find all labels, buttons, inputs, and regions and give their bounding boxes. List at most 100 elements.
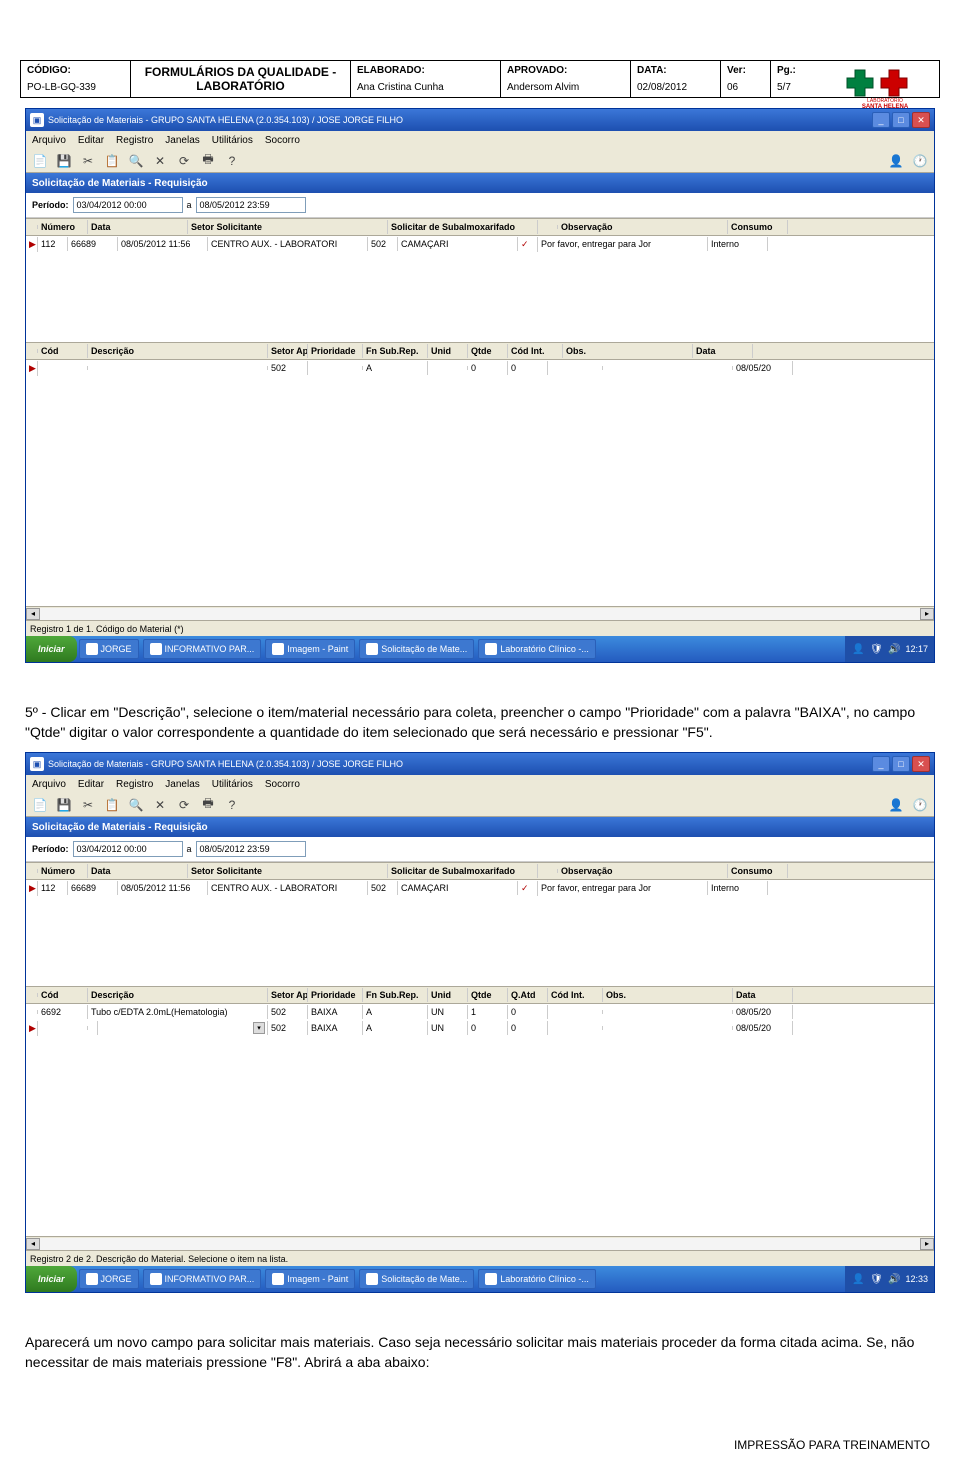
grid1-row[interactable]: ▶ 112 66689 08/05/2012 11:56 CENTRO AUX.… <box>26 880 934 896</box>
menu-arquivo[interactable]: Arquivo <box>32 779 66 790</box>
scroll-left-icon[interactable]: ◂ <box>26 608 40 620</box>
grid2b-row-a[interactable]: 6692 Tubo c/EDTA 2.0mL(Hematologia) 502 … <box>26 1004 934 1020</box>
periodo-to-input[interactable]: 08/05/2012 23:59 <box>196 841 306 857</box>
tool-search-icon[interactable]: 🔍 <box>126 795 146 815</box>
svg-text:LABORATÓRIO: LABORATÓRIO <box>867 97 903 104</box>
scroll-right-icon[interactable]: ▸ <box>920 1238 934 1250</box>
task-item[interactable]: Solicitação de Mate... <box>359 639 474 659</box>
tool-save-icon[interactable]: 💾 <box>54 151 74 171</box>
tool-print-icon[interactable]: 🖶 <box>198 151 218 171</box>
tool-delete-icon[interactable]: ✕ <box>150 151 170 171</box>
periodo-to-input[interactable]: 08/05/2012 23:59 <box>196 197 306 213</box>
periodo-from-input[interactable]: 03/04/2012 00:00 <box>73 197 183 213</box>
tray-shield-icon[interactable]: 🛡 <box>869 642 883 656</box>
grid1-row[interactable]: ▶ 112 66689 08/05/2012 11:56 CENTRO AUX.… <box>26 236 934 252</box>
tool-refresh-icon[interactable]: ⟳ <box>174 795 194 815</box>
titlebar: ▣ Solicitação de Materiais - GRUPO SANTA… <box>26 109 934 131</box>
periodo-sep: a <box>187 844 192 854</box>
pg-value: 5/7 <box>777 82 815 93</box>
task-item[interactable]: Imagem - Paint <box>265 1269 355 1289</box>
h-scrollbar[interactable]: ◂ ▸ <box>26 1236 934 1250</box>
screenshot-2: ▣ Solicitação de Materiais - GRUPO SANTA… <box>25 752 935 1293</box>
tool-clock-icon[interactable]: 🕐 <box>910 151 930 171</box>
task-item[interactable]: Solicitação de Mate... <box>359 1269 474 1289</box>
tool-cut-icon[interactable]: ✂ <box>78 795 98 815</box>
task-item[interactable]: Imagem - Paint <box>265 639 355 659</box>
task-item[interactable]: JORGE <box>79 1269 139 1289</box>
elab-value: Ana Cristina Cunha <box>357 82 494 93</box>
codigo-value: PO-LB-GQ-339 <box>27 82 124 93</box>
menu-utilitarios[interactable]: Utilitários <box>212 779 253 790</box>
tool-user-icon[interactable]: 👤 <box>886 151 906 171</box>
tray-msn-icon[interactable]: 👤 <box>851 642 865 656</box>
tray-volume-icon[interactable]: 🔊 <box>887 1272 901 1286</box>
start-button[interactable]: Iniciar <box>26 636 77 662</box>
tray-msn-icon[interactable]: 👤 <box>851 1272 865 1286</box>
data-value: 02/08/2012 <box>637 82 714 93</box>
task-item[interactable]: Laboratório Clínico -... <box>478 639 596 659</box>
scroll-right-icon[interactable]: ▸ <box>920 608 934 620</box>
close-button[interactable]: ✕ <box>912 112 930 128</box>
dropdown-icon[interactable]: ▾ <box>253 1022 265 1034</box>
menu-janelas[interactable]: Janelas <box>165 779 199 790</box>
task-item[interactable]: Laboratório Clínico -... <box>478 1269 596 1289</box>
footer-text: IMPRESSÃO PARA TREINAMENTO <box>734 1438 930 1452</box>
tool-print-icon[interactable]: 🖶 <box>198 795 218 815</box>
task-item[interactable]: INFORMATIVO PAR... <box>143 639 262 659</box>
tool-new-icon[interactable]: 📄 <box>30 151 50 171</box>
logo-svg: LABORATÓRIO SANTA HELENA <box>845 68 925 108</box>
menu-socorro[interactable]: Socorro <box>265 135 300 146</box>
col-data: Data <box>88 220 188 234</box>
menu-utilitarios[interactable]: Utilitários <box>212 135 253 146</box>
codigo-label: CÓDIGO: <box>27 65 124 76</box>
tool-user-icon[interactable]: 👤 <box>886 795 906 815</box>
data-label: DATA: <box>637 65 714 76</box>
tray-volume-icon[interactable]: 🔊 <box>887 642 901 656</box>
periodo-label: Período: <box>32 200 69 210</box>
menu-socorro[interactable]: Socorro <box>265 779 300 790</box>
tool-search-icon[interactable]: 🔍 <box>126 151 146 171</box>
periodo-row: Período: 03/04/2012 00:00 a 08/05/2012 2… <box>26 193 934 218</box>
tool-refresh-icon[interactable]: ⟳ <box>174 151 194 171</box>
h-scrollbar[interactable]: ◂ ▸ <box>26 606 934 620</box>
grid2-row[interactable]: ▶ 502 A 0 0 08/05/20 <box>26 360 934 376</box>
tray-shield-icon[interactable]: 🛡 <box>869 1272 883 1286</box>
scroll-left-icon[interactable]: ◂ <box>26 1238 40 1250</box>
col-numero: Número <box>38 220 88 234</box>
statusbar: Registro 2 de 2. Descrição do Material. … <box>26 1250 934 1266</box>
menu-editar[interactable]: Editar <box>78 779 104 790</box>
col-solic: Solicitar de Subalmoxarifado <box>388 220 538 234</box>
paragraph-2: Aparecerá um novo campo para solicitar m… <box>25 1333 935 1372</box>
close-button[interactable]: ✕ <box>912 756 930 772</box>
grid2b-row-b[interactable]: ▶ ▾ 502 BAIXA A UN 0 0 08/05/20 <box>26 1020 934 1036</box>
sub-window-title: Solicitação de Materiais - Requisição <box>26 817 934 837</box>
grid2b-header: Cód Descrição Setor Aplic Prioridade Fn … <box>26 986 934 1004</box>
maximize-button[interactable]: □ <box>892 112 910 128</box>
system-tray: 👤 🛡 🔊 12:17 <box>845 636 934 662</box>
task-item[interactable]: INFORMATIVO PAR... <box>143 1269 262 1289</box>
start-button[interactable]: Iniciar <box>26 1266 77 1292</box>
tool-delete-icon[interactable]: ✕ <box>150 795 170 815</box>
menu-arquivo[interactable]: Arquivo <box>32 135 66 146</box>
tool-copy-icon[interactable]: 📋 <box>102 795 122 815</box>
minimize-button[interactable]: _ <box>872 756 890 772</box>
tool-help-icon[interactable]: ? <box>222 151 242 171</box>
minimize-button[interactable]: _ <box>872 112 890 128</box>
menu-registro[interactable]: Registro <box>116 779 153 790</box>
tool-new-icon[interactable]: 📄 <box>30 795 50 815</box>
menu-editar[interactable]: Editar <box>78 135 104 146</box>
document-header: CÓDIGO: PO-LB-GQ-339 FORMULÁRIOS DA QUAL… <box>20 60 940 98</box>
tool-help-icon[interactable]: ? <box>222 795 242 815</box>
maximize-button[interactable]: □ <box>892 756 910 772</box>
app-icon: ▣ <box>30 113 44 127</box>
menubar: Arquivo Editar Registro Janelas Utilitár… <box>26 131 934 149</box>
menu-registro[interactable]: Registro <box>116 135 153 146</box>
periodo-from-input[interactable]: 03/04/2012 00:00 <box>73 841 183 857</box>
row-marker-icon: ▶ <box>26 237 38 252</box>
tool-clock-icon[interactable]: 🕐 <box>910 795 930 815</box>
task-item[interactable]: JORGE <box>79 639 139 659</box>
tool-copy-icon[interactable]: 📋 <box>102 151 122 171</box>
tool-save-icon[interactable]: 💾 <box>54 795 74 815</box>
tool-cut-icon[interactable]: ✂ <box>78 151 98 171</box>
menu-janelas[interactable]: Janelas <box>165 135 199 146</box>
